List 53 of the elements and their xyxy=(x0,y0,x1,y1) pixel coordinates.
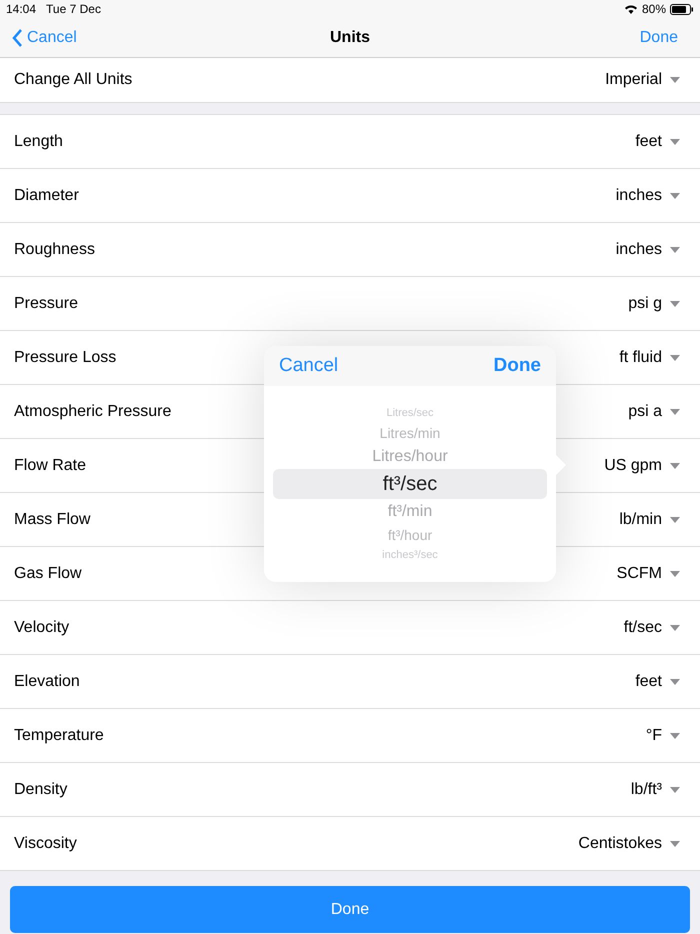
battery-percent: 80% xyxy=(642,1,666,18)
unit-label: Diameter xyxy=(14,186,79,206)
unit-label: Viscosity xyxy=(14,834,77,854)
dropdown-caret-icon xyxy=(670,732,680,738)
unit-label: Pressure Loss xyxy=(14,348,116,368)
dropdown-caret-icon xyxy=(670,624,680,630)
dropdown-caret-icon xyxy=(670,462,680,468)
unit-dropdown[interactable]: lb/min xyxy=(619,508,680,532)
unit-dropdown[interactable]: SCFM xyxy=(616,562,680,586)
dropdown-caret-icon xyxy=(670,840,680,846)
unit-label: Pressure xyxy=(14,294,78,314)
unit-label: Change All Units xyxy=(14,70,132,90)
wifi-icon xyxy=(624,4,638,14)
unit-dropdown[interactable]: psi g xyxy=(628,292,680,316)
unit-dropdown[interactable]: inches xyxy=(616,184,680,208)
unit-label: Gas Flow xyxy=(14,564,82,584)
unit-dropdown[interactable]: ft/sec xyxy=(624,616,680,640)
unit-label: Mass Flow xyxy=(14,510,90,530)
unit-dropdown[interactable]: feet xyxy=(635,670,680,694)
unit-label: Flow Rate xyxy=(14,456,86,476)
picker-option[interactable]: ft³/sec xyxy=(273,469,547,499)
dropdown-caret-icon xyxy=(670,77,680,83)
window-title: Units xyxy=(330,28,370,48)
dropdown-caret-icon xyxy=(670,516,680,522)
dropdown-caret-icon xyxy=(670,246,680,252)
dropdown-caret-icon xyxy=(670,300,680,306)
unit-label: Velocity xyxy=(14,618,70,638)
unit-dropdown[interactable]: ft fluid xyxy=(619,346,680,370)
unit-label: Elevation xyxy=(14,672,80,692)
unit-label: Density xyxy=(14,780,68,800)
dropdown-caret-icon xyxy=(670,786,680,792)
dropdown-caret-icon xyxy=(670,138,680,144)
unit-dropdown[interactable]: Imperial xyxy=(605,68,680,92)
dropdown-caret-icon xyxy=(670,192,680,198)
unit-dropdown[interactable]: feet xyxy=(635,130,680,154)
dropdown-caret-icon xyxy=(670,678,680,684)
back-chevron-icon xyxy=(12,28,23,46)
unit-label: Temperature xyxy=(14,726,104,746)
unit-dropdown[interactable]: US gpm xyxy=(604,454,680,478)
unit-dropdown[interactable]: Centistokes xyxy=(578,832,680,856)
status-time: 14:04 xyxy=(6,1,36,18)
unit-dropdown[interactable]: °F xyxy=(646,724,680,748)
battery-icon xyxy=(670,4,694,14)
dropdown-caret-icon xyxy=(670,354,680,360)
unit-label: Atmospheric Pressure xyxy=(14,402,172,422)
dropdown-caret-icon xyxy=(670,570,680,576)
unit-label: Length xyxy=(14,132,63,152)
unit-dropdown[interactable]: psi a xyxy=(628,400,680,424)
unit-label: Roughness xyxy=(14,240,95,260)
unit-dropdown[interactable]: lb/ft³ xyxy=(630,778,680,802)
dropdown-caret-icon xyxy=(670,408,680,414)
unit-dropdown[interactable]: inches xyxy=(616,238,680,262)
status-date: Tue 7 Dec xyxy=(46,1,101,18)
